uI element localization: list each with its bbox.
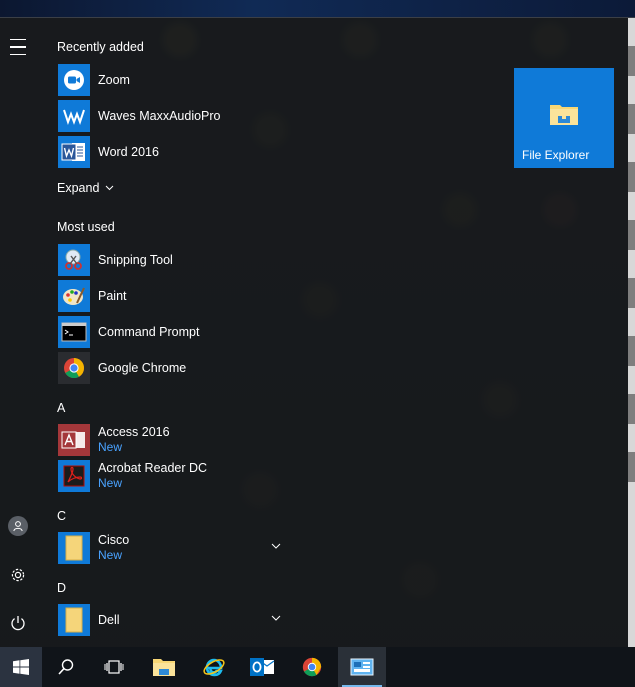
app-name: Paint bbox=[98, 288, 127, 303]
app-item-command-prompt[interactable]: Command Prompt bbox=[58, 316, 290, 348]
section-recently-added: Recently added bbox=[57, 40, 144, 54]
chrome-icon bbox=[58, 352, 90, 384]
app-name: Dell bbox=[98, 612, 120, 627]
app-folder-dell[interactable]: Dell bbox=[58, 604, 290, 636]
section-letter-d[interactable]: D bbox=[57, 581, 66, 595]
user-account-button[interactable] bbox=[0, 508, 36, 544]
waves-icon bbox=[58, 100, 90, 132]
folder-icon bbox=[58, 532, 90, 564]
section-letter-c[interactable]: C bbox=[57, 509, 66, 523]
tile-file-explorer[interactable]: File Explorer bbox=[514, 68, 614, 168]
chevron-down-icon bbox=[106, 185, 114, 191]
task-view-button[interactable] bbox=[90, 647, 138, 687]
file-explorer-icon bbox=[153, 659, 175, 676]
new-badge: New bbox=[98, 440, 123, 454]
chevron-down-icon[interactable] bbox=[270, 612, 282, 624]
taskbar bbox=[0, 647, 635, 687]
power-icon bbox=[11, 616, 25, 631]
file-explorer-icon bbox=[550, 105, 578, 125]
acrobat-icon bbox=[58, 460, 90, 492]
zoom-icon bbox=[58, 64, 90, 96]
app-item-paint[interactable]: Paint bbox=[58, 280, 290, 312]
taskbar-google-chrome[interactable] bbox=[288, 647, 336, 687]
start-menu-rail bbox=[0, 18, 40, 647]
windows-start-icon bbox=[13, 659, 29, 675]
start-menu: Recently added Zoom Waves MaxxAudioPro W… bbox=[0, 18, 628, 647]
app-item-acrobat[interactable]: Acrobat Reader DC New bbox=[58, 460, 290, 492]
search-icon bbox=[58, 659, 74, 675]
app-name: Access 2016 bbox=[98, 425, 170, 439]
section-letter-a[interactable]: A bbox=[57, 401, 65, 415]
app-item-word[interactable]: Word 2016 bbox=[58, 136, 290, 168]
expand-label: Expand bbox=[57, 181, 100, 195]
settings-button[interactable] bbox=[0, 557, 36, 593]
power-button[interactable] bbox=[0, 605, 36, 641]
task-view-icon bbox=[104, 660, 124, 674]
background-window-edge bbox=[628, 18, 635, 647]
app-item-access[interactable]: Access 2016 New bbox=[58, 424, 290, 456]
taskbar-outlook[interactable] bbox=[238, 647, 286, 687]
section-most-used: Most used bbox=[57, 220, 115, 234]
app-item-waves[interactable]: Waves MaxxAudioPro bbox=[58, 100, 290, 132]
app-name: Cisco bbox=[98, 533, 130, 547]
internet-explorer-icon bbox=[203, 658, 225, 677]
expand-button[interactable]: Expand bbox=[57, 181, 114, 195]
hamburger-menu-icon[interactable] bbox=[0, 29, 36, 65]
chrome-icon bbox=[302, 657, 322, 677]
folder-icon bbox=[58, 604, 90, 636]
user-avatar-icon bbox=[8, 516, 28, 536]
app-name: Zoom bbox=[98, 72, 130, 87]
app-name: Snipping Tool bbox=[98, 252, 173, 267]
app-name: Google Chrome bbox=[98, 360, 187, 375]
app-folder-cisco[interactable]: Cisco New bbox=[58, 532, 290, 564]
app-item-zoom[interactable]: Zoom bbox=[58, 64, 290, 96]
taskbar-control-panel[interactable] bbox=[338, 647, 386, 687]
word-icon bbox=[58, 136, 90, 168]
new-badge: New bbox=[98, 548, 123, 562]
new-badge: New bbox=[98, 476, 123, 490]
start-button[interactable] bbox=[0, 647, 42, 687]
app-item-google-chrome[interactable]: Google Chrome bbox=[58, 352, 290, 384]
gear-icon bbox=[11, 568, 25, 582]
paint-icon bbox=[58, 280, 90, 312]
command-prompt-icon bbox=[58, 316, 90, 348]
access-icon bbox=[58, 424, 90, 456]
window-top-strip bbox=[0, 0, 635, 18]
taskbar-internet-explorer[interactable] bbox=[190, 647, 238, 687]
snipping-tool-icon bbox=[58, 244, 90, 276]
outlook-icon bbox=[250, 658, 275, 676]
tile-label: File Explorer bbox=[522, 148, 590, 162]
app-name: Command Prompt bbox=[98, 324, 200, 339]
app-item-snipping-tool[interactable]: Snipping Tool bbox=[58, 244, 290, 276]
app-name: Acrobat Reader DC bbox=[98, 461, 208, 475]
taskbar-file-explorer[interactable] bbox=[140, 647, 188, 687]
app-name: Word 2016 bbox=[98, 144, 159, 159]
search-button[interactable] bbox=[42, 647, 90, 687]
app-name: Waves MaxxAudioPro bbox=[98, 108, 221, 123]
chevron-down-icon[interactable] bbox=[270, 540, 282, 552]
control-panel-icon bbox=[350, 658, 374, 676]
